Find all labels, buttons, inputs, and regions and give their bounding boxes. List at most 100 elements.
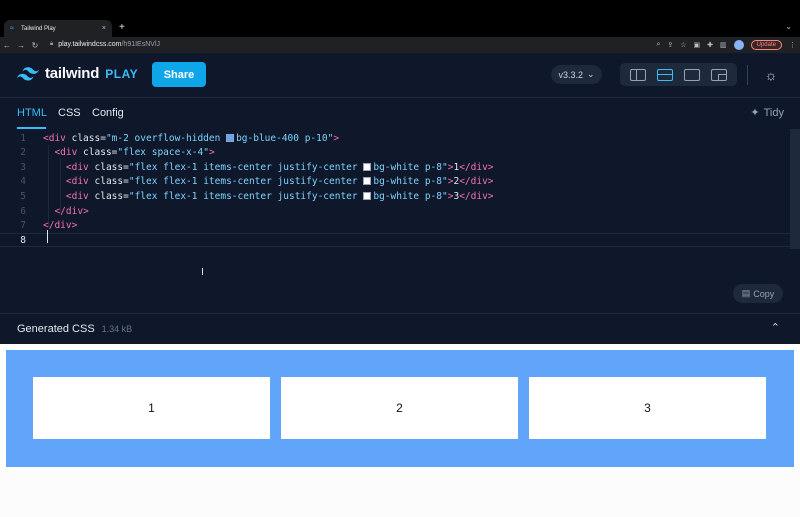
tailwind-play-logo[interactable]: tailwind PLAY bbox=[17, 65, 138, 82]
code-line[interactable]: 8 bbox=[0, 233, 790, 248]
browser-tab-strip bbox=[0, 0, 800, 21]
profile-avatar[interactable] bbox=[733, 39, 744, 50]
url-path: /h91IEsNVlJ bbox=[121, 41, 161, 48]
color-swatch-icon[interactable] bbox=[363, 177, 372, 186]
reload-icon[interactable]: ↻ bbox=[28, 41, 42, 50]
lock-icon: 🔒︎ bbox=[50, 41, 54, 47]
layout-preview-only-icon[interactable] bbox=[684, 68, 701, 81]
color-swatch-icon[interactable] bbox=[363, 162, 372, 171]
code-attr-name: class= bbox=[88, 176, 129, 188]
code-tag-end: </div> bbox=[459, 190, 494, 202]
browser-toolbar-actions: ⌕ ⇪ ☆ ▣ ✚ ▥ Update ⋮ bbox=[656, 38, 796, 51]
sidebar-icon[interactable]: ▥ bbox=[720, 41, 727, 49]
code-attr-name: class= bbox=[88, 161, 129, 173]
tidy-button[interactable]: ✦ Tidy bbox=[750, 106, 784, 120]
new-tab-button[interactable]: + bbox=[119, 22, 125, 33]
code-tag-end: </div> bbox=[459, 176, 494, 188]
copy-button[interactable]: ▤ Copy bbox=[733, 284, 783, 303]
code-line[interactable]: 3 <div class="flex flex-1 items-center j… bbox=[0, 160, 790, 174]
tab-search-icon[interactable]: ⌄ bbox=[785, 22, 792, 31]
layout-horizontal-split-icon[interactable] bbox=[656, 68, 673, 81]
app-header: tailwind PLAY Share v3.3.2 ⌄ ☼ bbox=[0, 53, 800, 98]
layout-vertical-split-icon[interactable] bbox=[629, 68, 646, 81]
code-class-value: bg-white p-8 bbox=[373, 161, 442, 173]
code-tag-open: <div bbox=[54, 147, 78, 159]
code-attr-name: class= bbox=[88, 190, 129, 202]
line-number: 5 bbox=[20, 190, 26, 202]
code-line[interactable]: 1 <div class="m-2 overflow-hidden bg-blue… bbox=[0, 131, 790, 145]
tailwind-favicon-icon: ≈ bbox=[10, 25, 14, 32]
code-line[interactable]: 4 <div class="flex flex-1 items-center j… bbox=[0, 175, 790, 189]
code-line[interactable]: 7 </div> bbox=[0, 219, 790, 233]
editor-scrollbar[interactable] bbox=[790, 129, 800, 249]
preview-item: 1 bbox=[33, 377, 270, 439]
code-line[interactable]: 2 <div class="flex space-x-4"> bbox=[0, 146, 790, 160]
code-tag-close: > bbox=[208, 147, 215, 159]
logo-wordmark: tailwind bbox=[45, 65, 100, 82]
version-label: v3.3.2 bbox=[558, 69, 583, 80]
chevron-up-icon[interactable]: ⌃ bbox=[771, 321, 780, 334]
tab-config[interactable]: Config bbox=[92, 107, 124, 119]
chevron-down-icon: ⌄ bbox=[586, 69, 595, 79]
header-divider bbox=[747, 65, 748, 85]
puzzle-icon[interactable]: ✚ bbox=[707, 41, 713, 49]
theme-toggle-sun-icon[interactable]: ☼ bbox=[760, 64, 782, 86]
preview-pane: 1 2 3 bbox=[0, 344, 800, 517]
code-tag-open: <div bbox=[65, 176, 89, 188]
bookmark-star-icon[interactable]: ☆ bbox=[680, 41, 686, 49]
url-host: play.tailwindcss.com bbox=[58, 41, 122, 48]
tab-html[interactable]: HTML bbox=[17, 107, 47, 119]
forward-icon[interactable]: → bbox=[14, 41, 28, 50]
share-page-icon[interactable]: ⇪ bbox=[667, 41, 673, 49]
code-editor[interactable]: 1 <div class="m-2 overflow-hidden bg-blue… bbox=[0, 129, 800, 309]
code-class-value: bg-white p-8 bbox=[373, 190, 442, 202]
code-attr-name: class= bbox=[77, 147, 118, 159]
update-button[interactable]: Update bbox=[750, 39, 782, 50]
code-tag-close: > bbox=[333, 132, 340, 144]
tailwind-play-app: tailwind PLAY Share v3.3.2 ⌄ ☼ HTML CSS … bbox=[0, 53, 800, 344]
code-tag-end: </div> bbox=[459, 161, 494, 173]
code-line[interactable]: 5 <div class="flex flex-1 items-center j… bbox=[0, 189, 790, 203]
tab-css[interactable]: CSS bbox=[58, 107, 81, 119]
color-swatch-icon[interactable] bbox=[226, 133, 235, 142]
extension-icon[interactable]: ▣ bbox=[694, 41, 701, 49]
code-tag-open: <div bbox=[43, 132, 66, 144]
code-text: </div> bbox=[30, 220, 77, 231]
code-text: <div class="flex space-x-4"> bbox=[30, 147, 215, 159]
code-class-value: flex flex-1 items-center justify-center bbox=[134, 190, 364, 202]
share-button[interactable]: Share bbox=[152, 62, 206, 87]
tailwind-logo-icon bbox=[17, 66, 39, 80]
layout-switcher bbox=[620, 63, 737, 86]
code-line[interactable]: 6 </div> bbox=[0, 204, 790, 218]
tab-close-icon[interactable]: × bbox=[102, 25, 106, 32]
back-icon[interactable]: ← bbox=[0, 41, 14, 50]
code-class-value: flex space-x-4 bbox=[123, 147, 204, 159]
line-number: 3 bbox=[20, 161, 26, 173]
code-text: <div class="flex flex-1 items-center jus… bbox=[30, 176, 494, 187]
code-tag-open: </div> bbox=[43, 220, 78, 232]
code-class-value: flex flex-1 items-center justify-center bbox=[134, 176, 364, 188]
editor-tabs: HTML CSS Config ✦ Tidy bbox=[0, 98, 800, 129]
menu-kebab-icon[interactable]: ⋮ bbox=[789, 41, 796, 49]
code-text: <div class="m-2 overflow-hidden bg-blue-… bbox=[30, 133, 339, 144]
generated-css-bar[interactable]: Generated CSS 1.34 kB ⌃ bbox=[0, 313, 800, 344]
zoom-icon[interactable]: ⌕ bbox=[656, 41, 660, 49]
line-number: 1 bbox=[20, 132, 26, 144]
address-bar[interactable]: 🔒︎ play.tailwindcss.com/h91IEsNVlJ bbox=[50, 38, 750, 51]
mouse-ibeam-cursor: I bbox=[201, 267, 204, 278]
code-class-value: m-2 overflow-hidden bbox=[111, 132, 227, 144]
preview-item: 2 bbox=[281, 377, 518, 439]
browser-tab[interactable]: ≈ Tailwind Play × bbox=[4, 20, 112, 37]
generated-css-size: 1.34 kB bbox=[101, 324, 133, 334]
code-tag-open: </div> bbox=[54, 205, 89, 217]
layout-responsive-icon[interactable] bbox=[711, 68, 728, 81]
color-swatch-icon[interactable] bbox=[363, 191, 372, 200]
browser-tab-title: Tailwind Play bbox=[21, 25, 56, 32]
line-number: 7 bbox=[20, 220, 26, 232]
version-select[interactable]: v3.3.2 ⌄ bbox=[551, 65, 602, 84]
generated-css-title: Generated CSS bbox=[17, 323, 95, 335]
